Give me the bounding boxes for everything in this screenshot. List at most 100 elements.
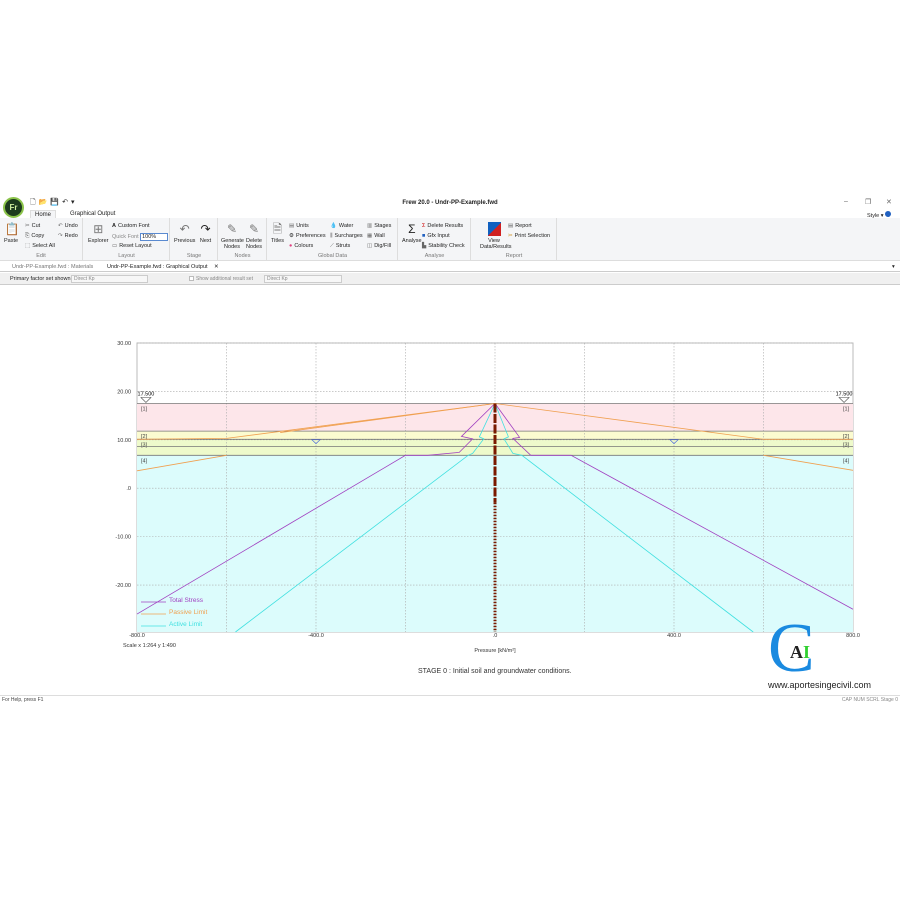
layer-label-left: [1] bbox=[141, 407, 148, 413]
additional-factor-select[interactable]: Direct Kp bbox=[264, 275, 342, 283]
global-data-group-label: Global Data bbox=[317, 253, 348, 259]
stability-check-button[interactable]: ▙ Stability Check bbox=[422, 243, 465, 249]
status-bar: For Help, press F1 CAP NUM SCRL Stage 0 bbox=[0, 695, 900, 704]
colours-button[interactable]: ● Colours bbox=[289, 243, 313, 249]
y-tick-label: -20.00 bbox=[115, 583, 131, 589]
paste-button[interactable]: 📋 Paste bbox=[4, 222, 20, 244]
group-analyse: Σ Analyse Σ Delete Results ■ Gfx Input ▙ Sta… bbox=[399, 218, 471, 261]
document-tabs: Undr-PP-Example.fwd : Materials Undr-PP-… bbox=[0, 262, 900, 272]
close-tab-icon[interactable]: ✕ bbox=[214, 264, 219, 270]
x-tick-label: -800.0 bbox=[129, 633, 145, 639]
preferences-button[interactable]: ⚙ Preferences bbox=[289, 233, 326, 239]
undo-label: Undo bbox=[64, 223, 78, 229]
redo-button[interactable]: ↷ Redo bbox=[58, 233, 78, 239]
gfx-input-button[interactable]: ■ Gfx Input bbox=[422, 233, 450, 239]
layout-group-label: Layout bbox=[118, 253, 135, 259]
info-icon[interactable] bbox=[885, 211, 892, 217]
show-additional-checkbox[interactable] bbox=[189, 276, 194, 281]
group-report: View Data/Results ▤ Report ✂ Print Selecti… bbox=[472, 218, 557, 261]
copy-button[interactable]: ⎘ Copy bbox=[25, 233, 44, 240]
generate-nodes-icon: ✎ bbox=[226, 222, 238, 236]
select-all-button[interactable]: ⬚ Select All bbox=[25, 243, 55, 249]
wall-icon: ▦ bbox=[367, 233, 373, 239]
stability-check-label: Stability Check bbox=[428, 243, 465, 249]
water-drop-icon: 💧 bbox=[330, 223, 337, 229]
redo-label: Redo bbox=[64, 233, 78, 239]
analyse-button[interactable]: Σ Analyse bbox=[402, 222, 422, 244]
analyse-group-label: Analyse bbox=[424, 253, 445, 259]
custom-font-button[interactable]: A Custom Font bbox=[112, 223, 149, 229]
doc-tab-graphical-output[interactable]: Undr-PP-Example.fwd : Graphical Output bbox=[107, 264, 208, 270]
status-indicators: CAP NUM SCRL Stage 0 bbox=[841, 697, 898, 703]
scale-label: Scale x 1:264 y 1:490 bbox=[123, 643, 176, 649]
x-tick-label: 400.0 bbox=[667, 633, 681, 639]
legend-label: Passive Limit bbox=[169, 609, 207, 616]
ground-level-label: 17.500 bbox=[836, 392, 853, 398]
minimize-button[interactable]: – bbox=[844, 198, 848, 205]
gfx-input-icon: ■ bbox=[422, 233, 426, 239]
primary-factor-select[interactable]: Direct Kp bbox=[71, 275, 148, 283]
print-selection-label: Print Selection bbox=[514, 233, 551, 239]
digfill-icon: ◫ bbox=[367, 243, 373, 249]
struts-button[interactable]: ⟋ Struts bbox=[330, 243, 350, 250]
y-tick-label: 20.00 bbox=[117, 389, 131, 395]
reset-layout-icon: ▭ bbox=[112, 243, 118, 249]
tab-list-dropdown-icon[interactable]: ▾ bbox=[892, 264, 895, 270]
water-button[interactable]: 💧 Water bbox=[330, 223, 353, 229]
delete-results-button[interactable]: Σ Delete Results bbox=[422, 223, 463, 229]
select-all-label: Select All bbox=[32, 243, 55, 249]
previous-button[interactable]: ↶ Previous bbox=[174, 222, 195, 244]
layer-label-left: [4] bbox=[141, 458, 148, 464]
explorer-button[interactable]: ⊞ Explorer bbox=[88, 222, 108, 244]
units-icon: ▤ bbox=[289, 223, 295, 229]
options-bar: Primary factor set shown Direct Kp Show … bbox=[0, 273, 900, 285]
cut-icon: ✂ bbox=[25, 223, 30, 229]
quick-font-select[interactable]: 100% bbox=[140, 233, 169, 241]
view-results-label: View Data/Results bbox=[480, 238, 512, 250]
generate-nodes-button[interactable]: ✎ Generate Nodes bbox=[221, 222, 244, 250]
close-button[interactable]: ✕ bbox=[886, 198, 892, 206]
surcharges-button[interactable]: ⫼ Surcharges bbox=[330, 233, 363, 240]
reset-layout-button[interactable]: ▭ Reset Layout bbox=[112, 243, 152, 249]
preferences-label: Preferences bbox=[295, 233, 326, 239]
doc-tab-materials[interactable]: Undr-PP-Example.fwd : Materials bbox=[12, 264, 93, 270]
cut-button[interactable]: ✂ Cut bbox=[25, 223, 40, 229]
legend-label: Active Limit bbox=[169, 621, 202, 628]
colours-label: Colours bbox=[294, 243, 314, 249]
colours-icon: ● bbox=[289, 243, 293, 249]
units-button[interactable]: ▤ Units bbox=[289, 223, 309, 229]
group-layout: ⊞ Explorer A Custom Font Quick Font 100% ▭… bbox=[84, 218, 170, 261]
next-button[interactable]: ↷ Next bbox=[199, 222, 212, 244]
print-selection-button[interactable]: ✂ Print Selection bbox=[508, 233, 550, 239]
sigma-icon: Σ bbox=[408, 222, 416, 236]
group-edit: 📋 Paste ✂ Cut ⎘ Copy ⬚ Select All ↶ Undo ↷ Red… bbox=[0, 218, 83, 261]
explorer-icon: ⊞ bbox=[93, 222, 104, 236]
report-button[interactable]: ▤ Report bbox=[508, 223, 532, 229]
undo-button[interactable]: ↶ Undo bbox=[58, 223, 78, 229]
x-tick-label: 800.0 bbox=[846, 633, 860, 639]
delete-results-icon: Σ bbox=[422, 223, 426, 229]
digfill-button[interactable]: ◫ Dig/Fill bbox=[367, 243, 391, 249]
group-nodes: ✎ Generate Nodes ✎ Delete Nodes Nodes bbox=[219, 218, 267, 261]
nodes-group-label: Nodes bbox=[234, 253, 251, 259]
ribbon: 📋 Paste ✂ Cut ⎘ Copy ⬚ Select All ↶ Undo ↷ Red… bbox=[0, 218, 900, 261]
paste-label: Paste bbox=[4, 238, 19, 244]
primary-factor-label: Primary factor set shown bbox=[10, 276, 71, 282]
previous-label: Previous bbox=[174, 238, 196, 244]
delete-nodes-button[interactable]: ✎ Delete Nodes bbox=[244, 222, 264, 250]
reset-layout-label: Reset Layout bbox=[119, 243, 152, 249]
titles-button[interactable]: 🗎 Titles bbox=[271, 222, 284, 244]
paste-icon: 📋 bbox=[4, 222, 20, 236]
watermark-url: www.aportesingecivil.com bbox=[768, 680, 872, 690]
restore-button[interactable]: ❐ bbox=[865, 198, 871, 206]
stages-button[interactable]: ▥ Stages bbox=[367, 223, 391, 229]
view-data-results-button[interactable]: View Data/Results bbox=[480, 222, 512, 250]
wall-button[interactable]: ▦ Wall bbox=[367, 233, 385, 239]
y-tick-label: 30.00 bbox=[117, 341, 131, 347]
custom-font-label: Custom Font bbox=[117, 223, 150, 229]
stages-label: Stages bbox=[374, 223, 392, 229]
status-help-text: For Help, press F1 bbox=[2, 697, 44, 703]
y-tick-label: .0 bbox=[126, 486, 131, 492]
show-additional-label: Show additional result set bbox=[196, 276, 253, 282]
layer-label-right: [4] bbox=[843, 458, 850, 464]
